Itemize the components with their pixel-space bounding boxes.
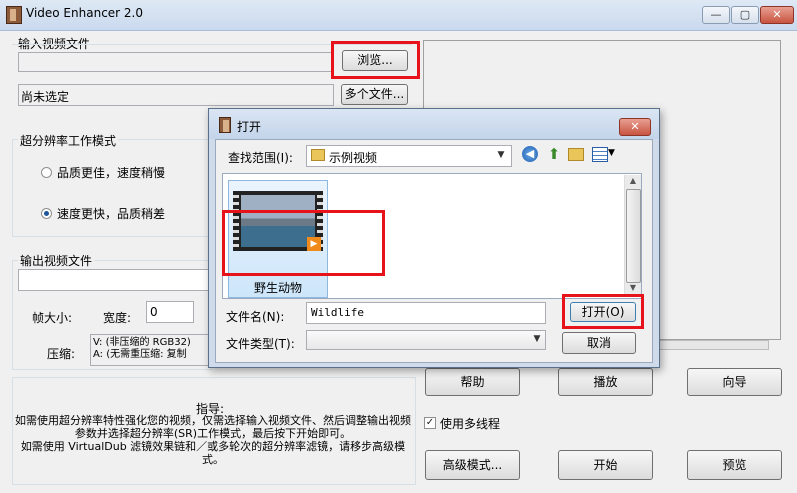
cancel-button[interactable]: 取消 [562, 332, 636, 354]
title-bar: Video Enhancer 2.0 — ▢ ✕ [0, 0, 797, 31]
radio-speed[interactable] [41, 208, 52, 219]
app-icon [6, 6, 22, 24]
file-item-highlight [222, 210, 385, 276]
multithread-checkbox[interactable]: ✓ [424, 417, 436, 429]
close-button[interactable]: ✕ [760, 6, 794, 24]
guide-text: 如需使用超分辨率特性强化您的视频，仅需选择输入视频文件、然后调整输出视频参数并选… [14, 414, 412, 466]
mode-group-label: 超分辨率工作模式 [18, 132, 119, 149]
open-dialog: 打开 ✕ 查找范围(I): 示例视频 ▼ ◀ ⬆ ▼ ▶ 野生动物 ▲ ▼ 文件… [208, 108, 660, 368]
filename-input[interactable]: Wildlife [306, 302, 546, 324]
filename-label: 文件名(N): [226, 310, 285, 324]
radio-speed-label: 速度更快，品质稍差 [57, 207, 166, 221]
output-file-path[interactable] [18, 269, 212, 291]
guide-text-2: 如需使用 VirtualDub 滤镜效果链和／或多轮次的超分辨率滤镜，请移步高级… [20, 440, 406, 466]
wizard-button[interactable]: 向导 [687, 368, 782, 396]
mode-group-frame [12, 139, 212, 237]
dialog-body: 查找范围(I): 示例视频 ▼ ◀ ⬆ ▼ ▶ 野生动物 ▲ ▼ 文件名(N):… [215, 139, 653, 363]
file-list-scrollbar[interactable]: ▲ ▼ [624, 175, 641, 297]
input-file-path [18, 52, 334, 72]
window-title: Video Enhancer 2.0 [26, 6, 143, 20]
filetype-chevron-icon: ▼ [533, 334, 541, 344]
folder-icon [311, 149, 325, 161]
view-menu-chevron-icon[interactable]: ▼ [608, 148, 615, 158]
frame-size-label: 帧大小: [32, 311, 73, 325]
compress-video: V: (非压缩的 RGB32) [93, 337, 191, 348]
multithread-label: 使用多线程 [440, 417, 501, 431]
guide-text-1: 如需使用超分辨率特性强化您的视频，仅需选择输入视频文件、然后调整输出视频参数并选… [15, 414, 411, 440]
radio-quality-label: 品质更佳，速度稍慢 [57, 166, 166, 180]
dialog-close-button[interactable]: ✕ [619, 118, 651, 136]
radio-quality[interactable] [41, 167, 52, 178]
look-in-value: 示例视频 [329, 151, 378, 165]
scroll-up-icon[interactable]: ▲ [626, 176, 640, 188]
play-button[interactable]: 播放 [558, 368, 653, 396]
help-button[interactable]: 帮助 [425, 368, 520, 396]
new-folder-icon[interactable] [568, 148, 584, 161]
dialog-app-icon [219, 117, 231, 133]
dialog-title: 打开 [237, 120, 262, 134]
width-label: 宽度: [103, 311, 132, 325]
start-button[interactable]: 开始 [558, 450, 653, 480]
minimize-button[interactable]: — [702, 6, 730, 24]
seek-bar[interactable] [657, 340, 769, 350]
compress-audio: A: (无需重压缩: 复制 [93, 349, 187, 360]
compress-info: V: (非压缩的 RGB32) A: (无需重压缩: 复制 [90, 334, 210, 366]
dialog-title-bar: 打开 ✕ [209, 109, 659, 139]
width-input[interactable]: 0 [146, 301, 194, 323]
view-menu-icon[interactable] [592, 147, 608, 162]
back-icon[interactable]: ◀ [522, 146, 538, 162]
file-item-label: 野生动物 [253, 281, 302, 295]
scroll-thumb[interactable] [626, 189, 641, 283]
up-folder-icon[interactable]: ⬆ [546, 145, 562, 163]
input-status: 尚未选定 [18, 84, 334, 106]
chevron-down-icon: ▼ [497, 150, 505, 160]
multi-file-button[interactable]: 多个文件... [341, 84, 408, 105]
browse-button[interactable]: 浏览... [342, 50, 408, 71]
advanced-button[interactable]: 高级模式... [425, 450, 520, 480]
open-button[interactable]: 打开(O) [570, 302, 636, 322]
filetype-label: 文件类型(T): [226, 337, 295, 351]
look-in-label: 查找范围(I): [228, 151, 293, 165]
compress-label: 压缩: [47, 347, 76, 361]
look-in-combo[interactable]: 示例视频 ▼ [306, 145, 512, 167]
output-group-label: 输出视频文件 [18, 252, 95, 269]
filetype-combo[interactable]: ▼ [306, 330, 546, 350]
preview-button[interactable]: 预览 [687, 450, 782, 480]
maximize-button[interactable]: ▢ [731, 6, 759, 24]
